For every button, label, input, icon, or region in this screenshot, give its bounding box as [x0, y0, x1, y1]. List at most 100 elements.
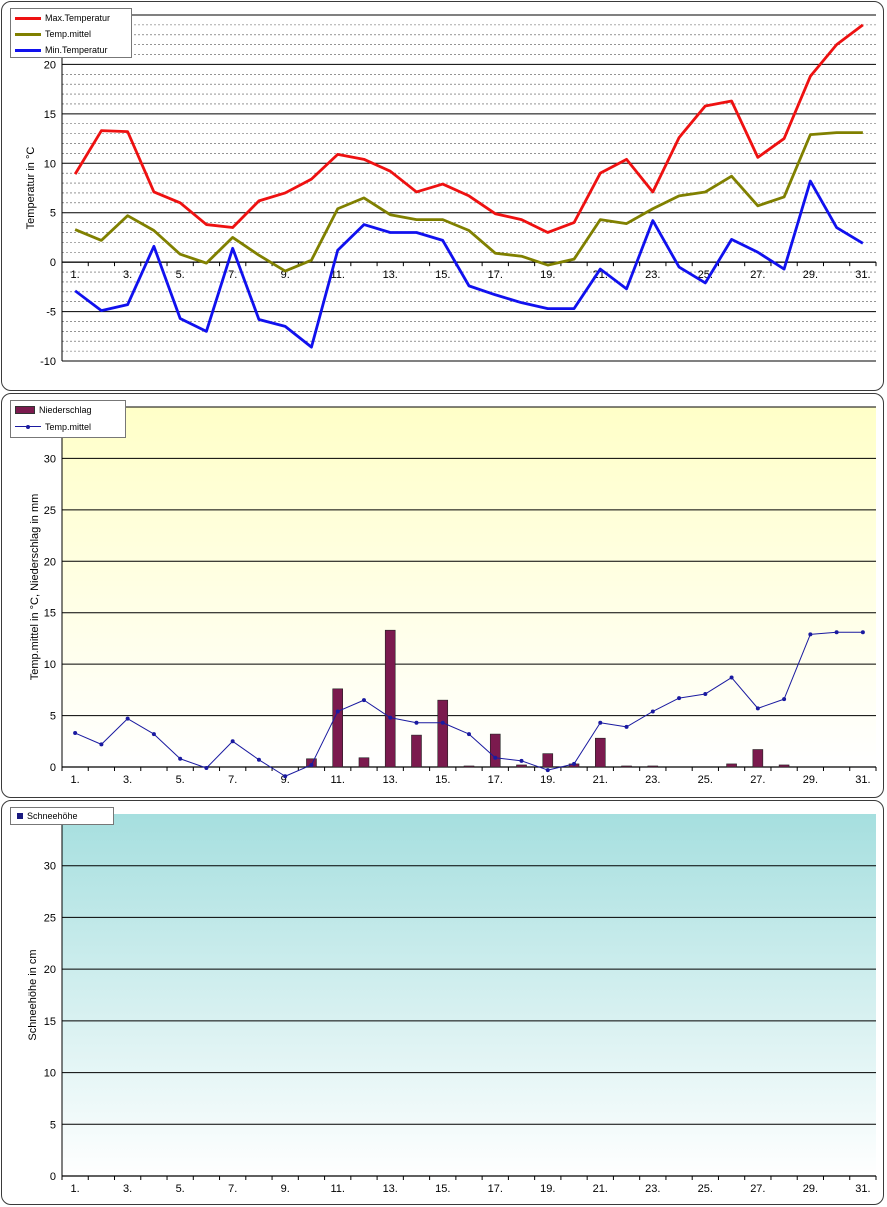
data-point — [808, 632, 813, 637]
data-point — [467, 732, 471, 737]
x-tick-label: 15. — [435, 269, 450, 281]
x-tick-label: 11. — [330, 774, 344, 786]
bar — [489, 733, 501, 768]
x-tick-label: 1. — [71, 1183, 80, 1195]
snow-chart-panel: 0 5 10 15 20 25 30 1. 3. 5. 7. 9. 11. 13. 15. 17. 19. 21.… — [1, 800, 884, 1205]
x-tick-label: 13. — [383, 269, 398, 281]
x-tick-label: 25. — [698, 1183, 713, 1195]
data-point — [178, 756, 183, 761]
bar — [411, 734, 422, 768]
data-point — [729, 675, 734, 680]
data-point — [388, 715, 393, 720]
bar — [595, 737, 606, 768]
legend-label-min: Min.Temperatur — [45, 45, 108, 55]
data-point — [335, 709, 340, 714]
x-tick-label: 15. — [435, 1183, 450, 1195]
data-point — [782, 697, 787, 702]
bar — [752, 749, 764, 768]
plot-area-background — [62, 814, 876, 1176]
y-tick-label: 5 — [50, 711, 56, 723]
bar — [516, 764, 527, 768]
data-point — [677, 696, 682, 701]
y-tick-label: 20 — [44, 59, 56, 71]
y-tick-label: 25 — [44, 912, 56, 924]
data-point — [860, 630, 865, 635]
legend-label-precip: Niederschlag — [39, 405, 92, 415]
temperature-chart-panel: -10 -5 0 5 10 15 20 1. 3. 5. 7. 9. 11. 13. 15. 17. 19. 21… — [1, 1, 884, 391]
data-point — [256, 757, 261, 762]
bar — [358, 757, 370, 768]
y-axis-title: Schneehöhe in cm — [27, 949, 39, 1040]
data-point — [755, 706, 760, 711]
x-tick-label: 31. — [855, 774, 870, 786]
y-tick-label: 20 — [44, 964, 56, 976]
x-tick-label: 21. — [593, 1183, 608, 1195]
data-point — [283, 774, 288, 779]
legend-label-mean2: Temp.mittel — [45, 422, 92, 432]
y-axis-title: Temperatur in °C — [25, 147, 37, 230]
x-tick-label: 23. — [645, 774, 660, 786]
precipitation-legend: Niederschlag Temp.mittel — [10, 400, 126, 438]
x-tick-label: 19. — [540, 1183, 555, 1195]
legend-item-min: Min.Temperatur — [15, 44, 108, 56]
temperature-legend: Max.Temperatur Temp.mittel Min.Temperatu… — [10, 8, 132, 58]
precipitation-chart: 0510152025301. 3. 5. 7. 9. 11. 13. 15. 17. 19. 21.… — [29, 406, 877, 786]
y-tick-label: 30 — [44, 861, 56, 873]
data-point — [361, 698, 366, 703]
bar — [647, 765, 659, 768]
series-line — [73, 23, 864, 234]
y-tick-label: -5 — [46, 307, 56, 319]
data-point — [204, 766, 209, 771]
x-tick-label: 3. — [123, 1183, 132, 1195]
x-tick-label: 29. — [803, 1183, 818, 1195]
data-point — [598, 720, 603, 725]
x-tick-label: 17. — [488, 774, 503, 786]
x-tick-label: 3. — [123, 774, 132, 786]
legend-item-max: Max.Temperatur — [15, 12, 110, 24]
x-tick-label: 29. — [803, 774, 818, 786]
y-tick-label: 10 — [44, 659, 56, 671]
x-tick-label: 7. — [228, 269, 237, 281]
x-tick-label: 1. — [71, 269, 80, 281]
legend-swatch-precip — [15, 406, 35, 414]
y-tick-label: 20 — [44, 556, 56, 568]
legend-item-snow: Schneehöhe — [15, 810, 78, 822]
bar — [621, 765, 632, 768]
bar — [726, 763, 737, 768]
data-point — [414, 720, 419, 725]
x-tick-label: 23. — [645, 269, 660, 281]
data-point — [73, 731, 78, 736]
temperature-chart: -10-5051015201. 3. 5. 7. 9. 11. 13. 15. 17. 19. 21… — [25, 14, 877, 368]
x-tick-label: 17. — [488, 269, 503, 281]
x-tick-label: 29. — [803, 269, 818, 281]
x-tick-label: 13. — [383, 1183, 398, 1195]
data-point — [545, 768, 550, 773]
data-point — [99, 742, 104, 747]
plot-area-background — [62, 407, 876, 767]
x-tick-label: 27. — [750, 774, 765, 786]
legend-label-max: Max.Temperatur — [45, 13, 111, 23]
x-tick-label: 5. — [176, 1183, 185, 1195]
legend-swatch-mean — [15, 32, 41, 36]
x-tick-label: 5. — [176, 774, 185, 786]
x-tick-label: 1. — [71, 774, 80, 786]
data-point — [440, 720, 445, 725]
x-tick-label: 31. — [855, 269, 870, 281]
x-tick-label: 9. — [281, 1183, 290, 1195]
snow-chart: 0 5 10 15 20 25 30 1. 3. 5. 7. 9. 11. 13. 15. 17. 19. 21.… — [27, 814, 877, 1195]
legend-label-mean: Temp.mittel — [45, 29, 92, 39]
y-tick-label: 5 — [50, 1119, 56, 1131]
series-line — [74, 131, 863, 273]
data-point — [624, 724, 629, 729]
y-axis-title: Temp.mittel in °C, Niederschlag in mm — [29, 494, 41, 681]
x-tick-label: 7. — [228, 774, 237, 786]
x-tick-label: 25. — [698, 774, 713, 786]
x-tick-label: 11. — [330, 1183, 344, 1195]
x-tick-label: 21. — [593, 774, 608, 786]
y-tick-label: 10 — [44, 1068, 56, 1080]
x-tick-label: 7. — [228, 1183, 237, 1195]
bar — [463, 765, 475, 768]
legend-item-precip: Niederschlag — [15, 404, 92, 416]
y-tick-label: 10 — [44, 158, 56, 170]
x-tick-label: 3. — [123, 269, 132, 281]
